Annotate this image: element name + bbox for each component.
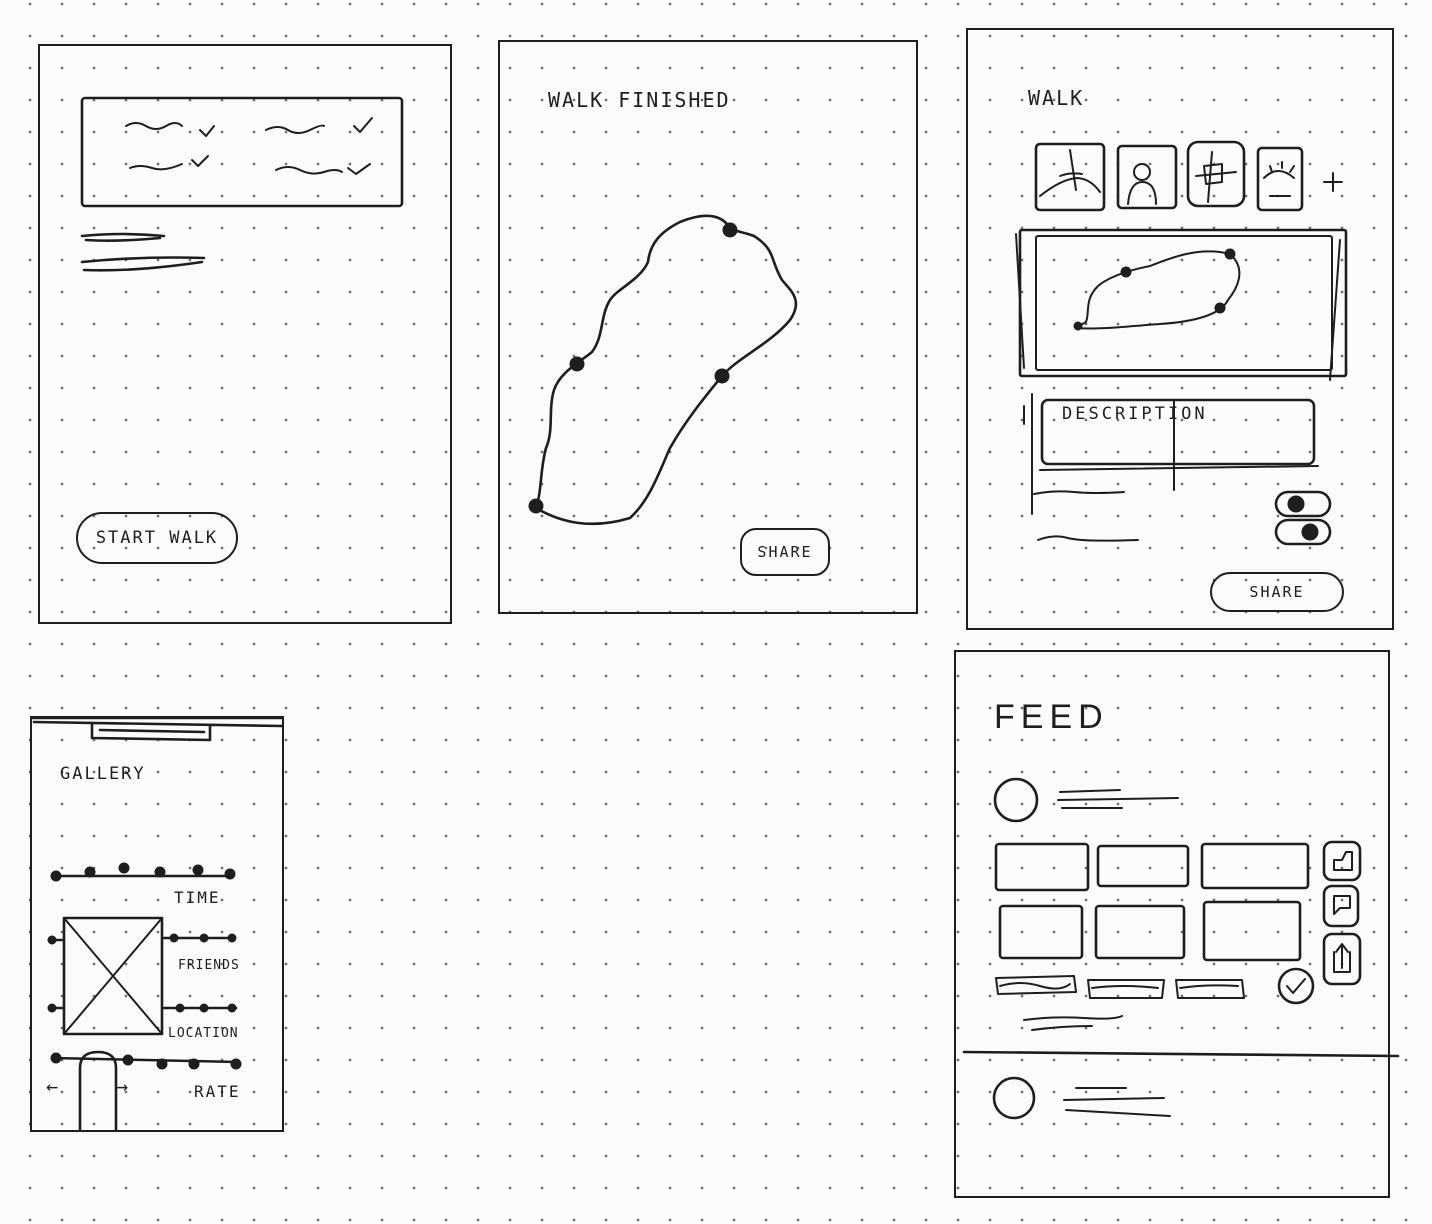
username-line (1063, 1087, 1171, 1117)
thumbs-up-icon[interactable] (1322, 840, 1362, 882)
username-line (1057, 789, 1179, 809)
share-icon[interactable] (1322, 932, 1362, 986)
divider (962, 1050, 1400, 1058)
caption (1175, 979, 1245, 999)
caption (1087, 979, 1165, 999)
comment-icon[interactable] (1322, 884, 1360, 928)
check-circle-icon[interactable] (1277, 967, 1315, 1005)
caption (995, 975, 1077, 995)
photo-grid[interactable] (994, 842, 1310, 962)
caption (1023, 1015, 1123, 1031)
avatar (992, 1076, 1036, 1120)
avatar (993, 777, 1039, 823)
feed-sketch (962, 777, 1400, 1120)
